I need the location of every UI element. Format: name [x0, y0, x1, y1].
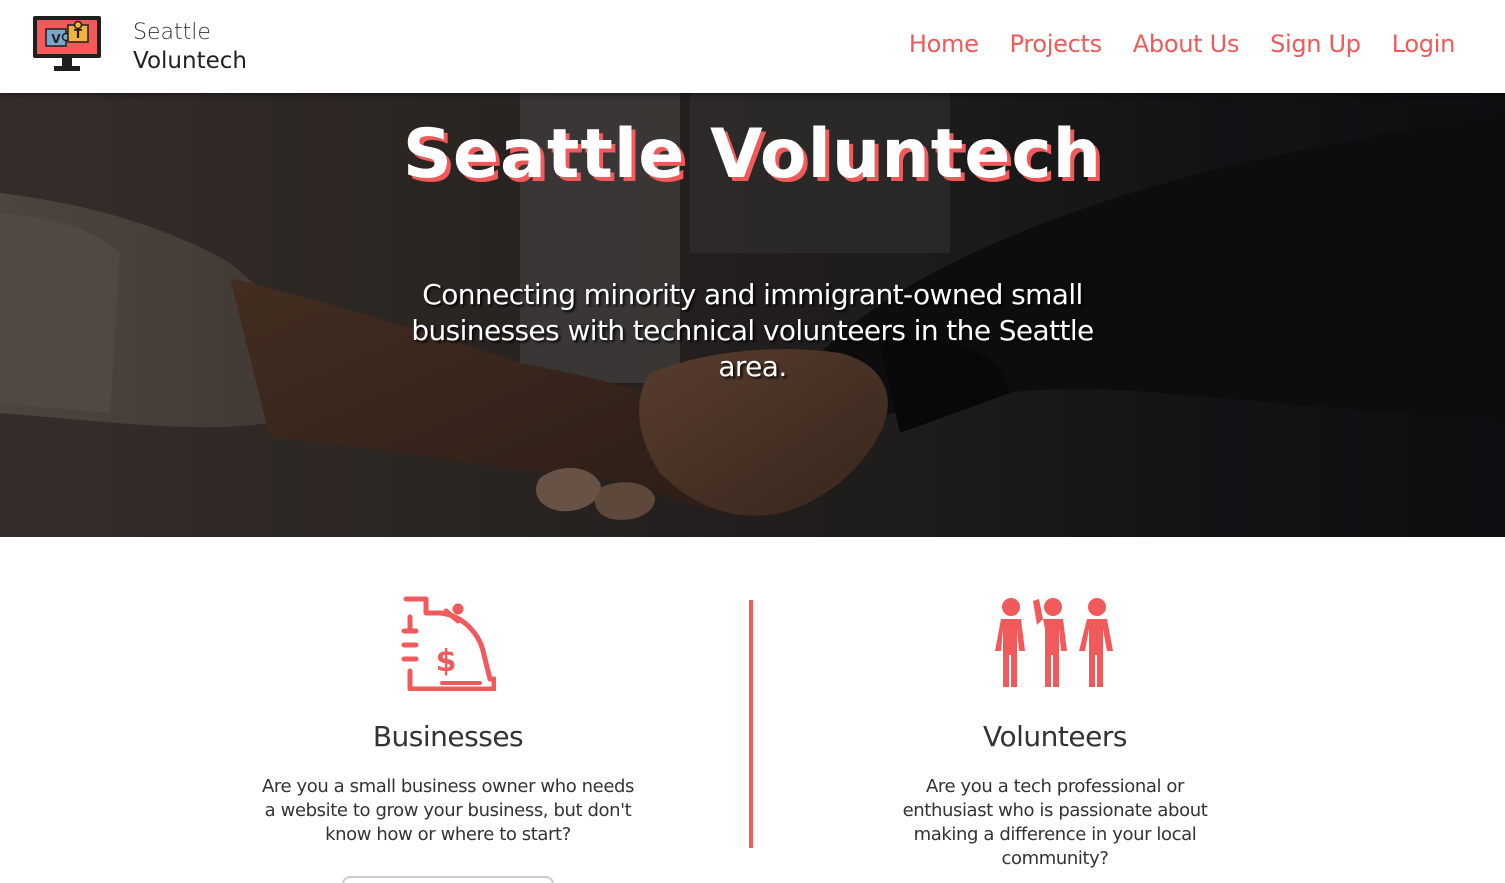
brand-name[interactable]: Seattle Voluntech	[133, 18, 247, 76]
nav-projects[interactable]: Projects	[1010, 28, 1103, 60]
logo-icon[interactable]: V T	[32, 15, 102, 72]
businesses-cta-button[interactable]	[342, 876, 554, 883]
businesses-section: $ Businesses Are you a small business ow…	[248, 595, 648, 847]
cash-register-icon: $	[401, 596, 496, 691]
hero-title: Seattle Voluntech	[402, 115, 1103, 194]
section-divider	[749, 600, 753, 848]
hero-subtitle: Connecting minority and immigrant-owned …	[411, 278, 1094, 383]
nav-login[interactable]: Login	[1392, 28, 1456, 60]
volunteers-text: Are you a tech professional or enthusias…	[902, 776, 1208, 869]
hero-banner: Seattle Voluntech Connecting minority an…	[0, 93, 1505, 537]
logo-letter-t: T	[74, 27, 83, 41]
volunteers-section: Volunteers Are you a tech professional o…	[855, 595, 1255, 871]
businesses-text: Are you a small business owner who needs…	[261, 776, 635, 845]
site-header: V T Seattle Voluntech Home Projects Abou…	[0, 0, 1505, 93]
businesses-heading: Businesses	[372, 720, 524, 753]
people-icon	[995, 598, 1113, 687]
nav-home[interactable]: Home	[909, 28, 979, 60]
svg-text:$: $	[436, 644, 457, 679]
volunteers-heading: Volunteers	[983, 720, 1127, 753]
main-nav: Home Projects About Us Sign Up Login	[909, 28, 1455, 60]
nav-sign-up[interactable]: Sign Up	[1270, 28, 1361, 60]
logo-letter-v: V	[51, 32, 61, 46]
nav-about-us[interactable]: About Us	[1133, 28, 1240, 60]
brand-line-2: Voluntech	[133, 48, 247, 74]
brand-line-1: Seattle	[133, 20, 211, 45]
